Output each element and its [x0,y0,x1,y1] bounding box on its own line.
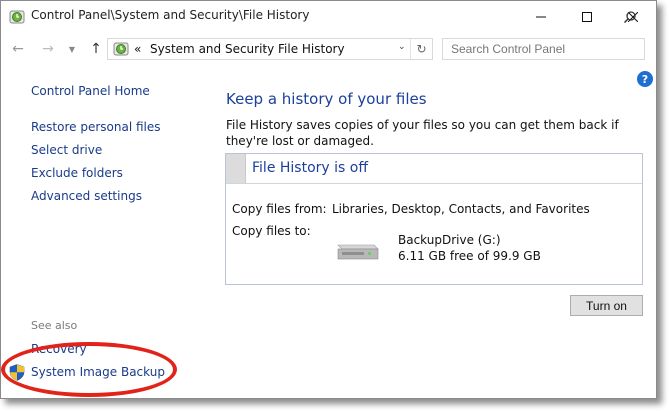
status-header: File History is off [226,154,642,184]
page-title: Keep a history of your files [226,90,427,108]
recovery-link[interactable]: Recovery [31,342,87,356]
backup-drive-name: BackupDrive (G:) [398,233,501,247]
status-title: File History is off [252,160,368,176]
select-drive-link[interactable]: Select drive [31,143,102,157]
see-also-heading: See also [31,319,78,332]
arrow-left-icon: ← [12,41,24,57]
status-indicator [226,154,246,183]
hard-drive-icon [337,244,379,260]
backup-drive-free-space: 6.11 GB free of 99.9 GB [398,249,541,263]
copy-from-label: Copy files from: [232,202,327,216]
file-history-icon [113,42,129,56]
file-history-window: Control Panel\System and Security\File H… [0,0,657,399]
uac-shield-icon [9,364,25,381]
arrow-up-icon: ↑ [90,41,102,57]
maximize-icon [582,11,592,22]
arrow-right-icon: → [42,41,54,57]
breadcrumb-file-history[interactable]: File History [278,42,345,56]
advanced-settings-link[interactable]: Advanced settings [31,189,142,203]
recent-locations-button[interactable]: ▼ [63,39,81,59]
chevron-down-icon[interactable]: ⌄ [398,42,406,52]
up-button[interactable]: ↑ [87,39,105,59]
turn-on-button[interactable]: Turn on [570,295,643,316]
navigation-bar: ← → ▼ ↑ « System and Security › File His… [1,34,656,64]
chevron-down-icon: ▼ [68,44,76,54]
window-title: Control Panel\System and Security\File H… [31,8,310,22]
breadcrumb-overflow[interactable]: « [134,42,141,56]
file-history-status-panel: File History is off Copy files from: Lib… [225,153,643,285]
search-input[interactable] [442,38,645,60]
minimize-button[interactable] [518,1,564,32]
help-icon[interactable]: ? [637,71,653,87]
forward-button[interactable]: → [39,39,57,59]
search-icon[interactable] [623,10,637,24]
copy-to-label: Copy files to: [232,224,311,238]
exclude-folders-link[interactable]: Exclude folders [31,166,123,180]
control-panel-home-link[interactable]: Control Panel Home [31,84,150,98]
maximize-button[interactable] [564,1,610,32]
minimize-icon [536,16,546,17]
restore-personal-files-link[interactable]: Restore personal files [31,120,161,134]
page-description: File History saves copies of your files … [226,118,619,148]
breadcrumb-system-and-security[interactable]: System and Security [150,42,274,56]
chevron-right-icon[interactable]: › [262,41,267,55]
back-button[interactable]: ← [9,39,27,59]
address-bar[interactable]: « System and Security › File History ⌄ ↻ [107,38,433,60]
refresh-button[interactable]: ↻ [410,39,432,59]
refresh-icon: ↻ [416,42,427,56]
file-history-icon [9,10,25,24]
copy-from-value: Libraries, Desktop, Contacts, and Favori… [332,202,590,216]
system-image-backup-link[interactable]: System Image Backup [31,365,165,379]
title-bar[interactable]: Control Panel\System and Security\File H… [1,1,656,32]
